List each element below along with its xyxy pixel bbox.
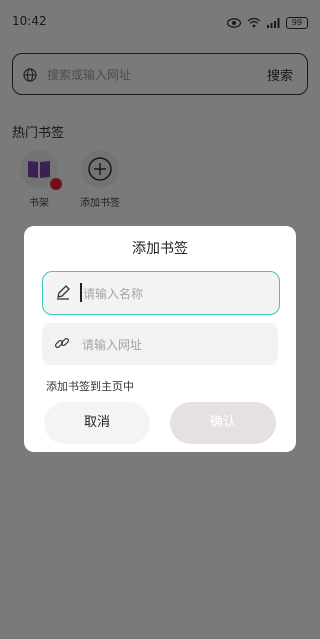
url-input-placeholder: 请输入网址 [82,338,143,352]
text-cursor [80,283,82,302]
bookmark-name-field[interactable]: 请输入名称 [42,271,280,315]
confirm-button[interactable]: 确认 [170,402,276,444]
add-to-home-option[interactable]: 添加书签到主页中 [46,378,134,394]
bookmark-url-field[interactable]: 请输入网址 [42,323,278,365]
pencil-icon [55,284,71,304]
name-input-placeholder: 请输入名称 [83,287,144,301]
cancel-button[interactable]: 取消 [44,402,150,444]
link-icon [54,335,70,355]
add-bookmark-dialog: 添加书签 请输入名称 请输入网址 添加书签到主页中 取消 确认 [24,226,296,452]
dialog-title: 添加书签 [132,241,188,257]
